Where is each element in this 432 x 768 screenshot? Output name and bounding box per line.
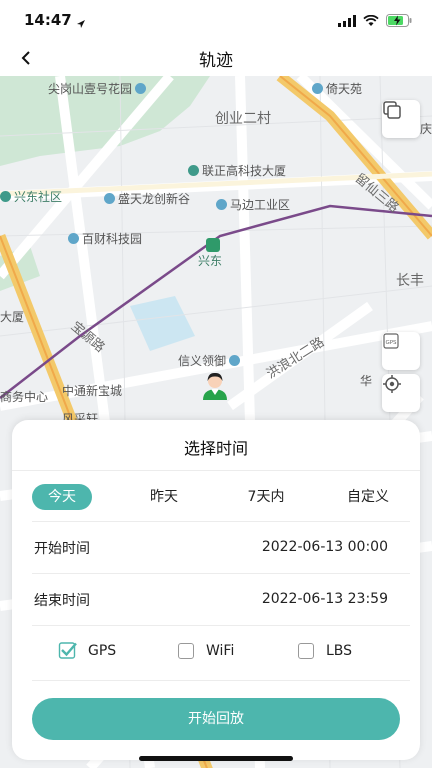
gps-mode-button[interactable]: GPS (382, 332, 420, 370)
layers-icon (383, 101, 401, 119)
map-label-shangwu: 商务中心 (0, 390, 49, 404)
person-avatar-icon (203, 372, 227, 400)
map-label-dasha: 大厦 (0, 310, 25, 324)
lbs-checkbox[interactable]: LBS (298, 643, 352, 659)
locate-button[interactable] (382, 374, 420, 412)
start-playback-button[interactable]: 开始回放 (32, 698, 400, 740)
map-label-mabian: 马边工业区 (216, 196, 290, 213)
end-time-value[interactable]: 2022-06-13 23:59 (262, 591, 388, 607)
map-label-yitianyuan: 倚天苑 (312, 80, 362, 97)
map-label-changfeng: 长丰 (396, 273, 424, 289)
status-bar: 14:47 (0, 0, 432, 40)
signal-icon (338, 12, 356, 31)
divider (32, 625, 410, 626)
wifi-checkbox[interactable]: WiFi (178, 643, 234, 659)
checkbox-unchecked-icon (298, 643, 314, 659)
wifi-label: WiFi (206, 643, 235, 659)
map-label-baicai: 百财科技园 (68, 230, 142, 247)
map-label-qing: 庆 (420, 122, 432, 136)
sheet-title: 选择时间 (183, 439, 248, 458)
layers-button[interactable] (382, 100, 420, 138)
divider (32, 680, 410, 681)
checkbox-checked-icon (58, 642, 77, 659)
svg-text:GPS: GPS (385, 340, 397, 346)
map-label-jiangangshan: 尖岗山壹号花园 (48, 80, 149, 97)
tab-today[interactable]: 今天 (32, 484, 92, 510)
tab-custom[interactable]: 自定义 (336, 484, 400, 510)
map-label-lianzheng: 联正高科技大厦 (188, 162, 286, 179)
map-label-xinyi: 信义领御 (178, 352, 243, 369)
wifi-icon (363, 12, 379, 31)
gps-label: GPS (88, 643, 117, 659)
time-picker-sheet: 选择时间 今天 昨天 7天内 自定义 开始时间 2022-06-13 00:00… (12, 420, 420, 760)
start-time-value[interactable]: 2022-06-13 00:00 (262, 539, 388, 555)
status-time: 14:47 (24, 11, 72, 29)
divider (12, 470, 420, 471)
gps-icon: GPS (383, 333, 399, 349)
map-label-chuangye: 创业二村 (215, 111, 271, 127)
device-avatar-marker[interactable] (200, 370, 230, 400)
divider (32, 573, 410, 574)
start-time-label: 开始时间 (34, 541, 90, 557)
map-label-xingdong-community: 兴东社区 (0, 188, 62, 205)
gps-checkbox[interactable]: GPS (58, 642, 117, 659)
battery-charging-icon (386, 12, 412, 31)
location-arrow-icon (76, 14, 86, 33)
tab-yesterday[interactable]: 昨天 (136, 484, 192, 510)
map-label-hua: 华 (360, 374, 373, 388)
page-title: 轨迹 (199, 51, 233, 71)
map-label-zhongtong: 中通新宝城 (62, 384, 123, 398)
nav-bar: 轨迹 (0, 40, 432, 76)
divider (32, 521, 410, 522)
locate-icon (383, 375, 401, 393)
map-label-xingdong-station: 兴东 (198, 238, 222, 269)
tab-7days[interactable]: 7天内 (234, 484, 298, 510)
end-time-label: 结束时间 (34, 593, 90, 609)
lbs-label: LBS (326, 643, 353, 659)
checkbox-unchecked-icon (178, 643, 194, 659)
map-label-shengtianlong: 盛天龙创新谷 (104, 190, 190, 207)
home-indicator (139, 756, 293, 761)
